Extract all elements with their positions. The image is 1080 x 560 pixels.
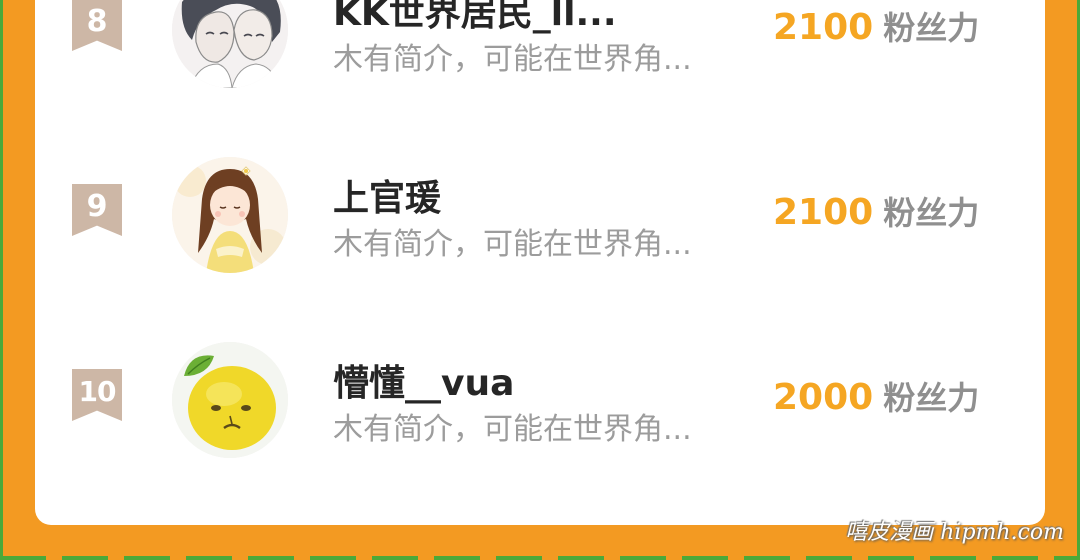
ranking-row[interactable]: 8 KK世界居民_ll... 木有简介，可能在世界角... 2100 粉丝力 xyxy=(35,0,1045,102)
score-value: 2100 xyxy=(773,192,874,233)
user-bio: 木有简介，可能在世界角... xyxy=(333,42,692,77)
fan-ranking-card: 8 KK世界居民_ll... 木有简介，可能在世界角... 2100粉丝力 9 xyxy=(35,0,1045,525)
user-bio: 木有简介，可能在世界角... xyxy=(333,227,692,262)
rank-badge: 9 xyxy=(72,184,122,236)
fan-power-score: 2000 粉丝力 xyxy=(773,373,979,419)
score-value: 2100 xyxy=(773,7,874,48)
fan-power-score: 2100 粉丝力 xyxy=(773,3,979,49)
user-bio: 木有简介，可能在世界角... xyxy=(333,412,692,447)
user-avatar[interactable] xyxy=(172,0,288,88)
user-name[interactable]: 上官瑗 xyxy=(333,169,441,221)
rank-badge: 10 xyxy=(72,369,122,421)
user-name[interactable]: 懵懂__vua xyxy=(333,354,514,406)
anime-girl-avatar-icon xyxy=(172,157,288,273)
user-avatar[interactable] xyxy=(172,342,288,458)
lemon-face-avatar-icon xyxy=(172,342,288,458)
ranking-row[interactable]: 10 懵懂__vua 木有简介，可能在世界角... 2000 粉丝力 xyxy=(35,342,1045,472)
fan-power-score: 2100 粉丝力 xyxy=(773,188,979,234)
bottom-edge-strip xyxy=(0,556,1080,560)
user-name[interactable]: KK世界居民_ll... xyxy=(333,0,617,36)
score-value: 2000 xyxy=(773,377,874,418)
user-avatar[interactable] xyxy=(172,157,288,273)
score-unit-label: 粉丝力 xyxy=(883,379,980,417)
left-edge-strip xyxy=(0,0,3,560)
site-watermark: 嘻皮漫画 hipmh.com xyxy=(845,520,1064,545)
ranking-row[interactable]: 9 上官瑗 木有简介，可能在世界角... 2100 粉丝力 xyxy=(35,157,1045,287)
score-unit-label: 粉丝力 xyxy=(883,9,980,47)
score-unit-label: 粉丝力 xyxy=(883,194,980,232)
rank-badge: 8 xyxy=(72,0,122,51)
anime-couple-avatar-icon xyxy=(172,0,288,88)
